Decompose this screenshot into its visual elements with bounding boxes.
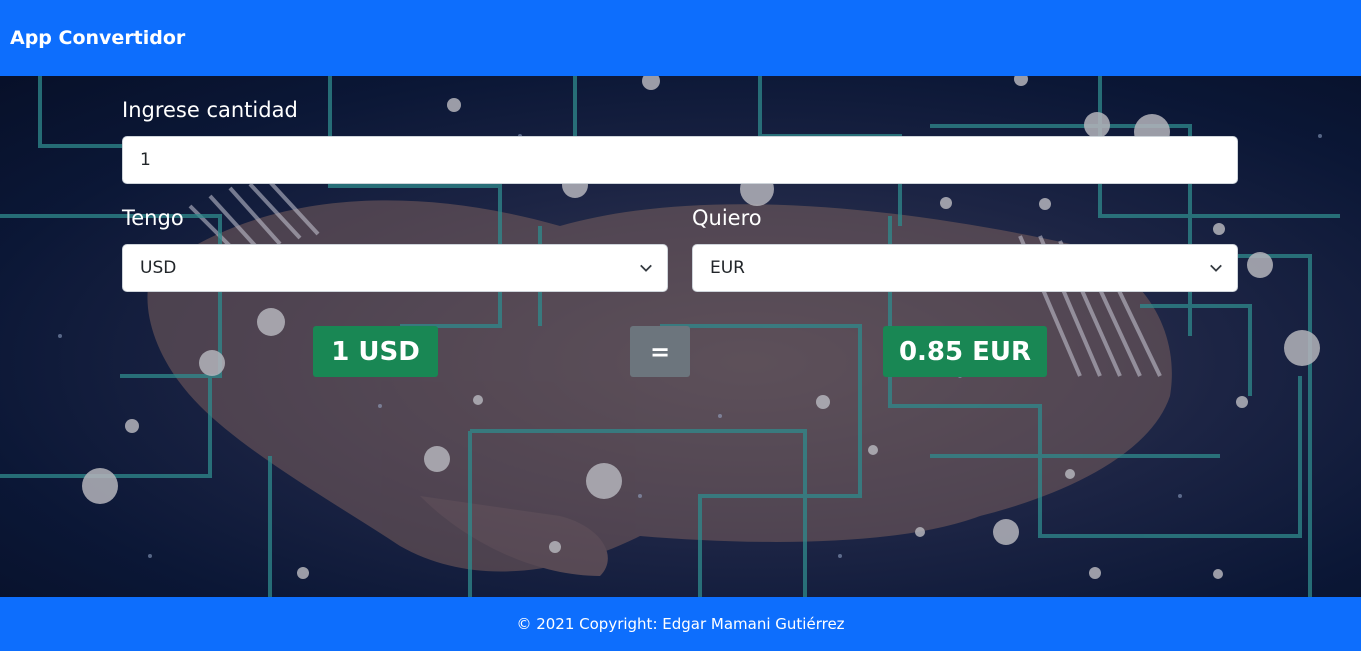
amount-input[interactable] — [122, 136, 1238, 184]
converted-amount-badge: 0.85 EUR — [883, 326, 1047, 377]
source-amount-badge: 1 USD — [313, 326, 438, 377]
chevron-down-icon — [640, 264, 652, 272]
to-currency-label: Quiero — [692, 206, 762, 230]
chevron-down-icon — [1210, 264, 1222, 272]
footer: © 2021 Copyright: Edgar Mamani Gutiérrez — [0, 597, 1361, 651]
from-currency-value: USD — [140, 258, 177, 278]
footer-copyright: © 2021 Copyright: Edgar Mamani Gutiérrez — [516, 615, 845, 633]
navbar: App Convertidor — [0, 0, 1361, 76]
navbar-brand[interactable]: App Convertidor — [10, 27, 185, 49]
to-currency-select[interactable]: EUR — [692, 244, 1238, 292]
to-currency-value: EUR — [710, 258, 745, 278]
from-currency-label: Tengo — [122, 206, 184, 230]
from-currency-select[interactable]: USD — [122, 244, 668, 292]
equals-badge: = — [630, 326, 690, 377]
amount-label: Ingrese cantidad — [122, 98, 298, 122]
